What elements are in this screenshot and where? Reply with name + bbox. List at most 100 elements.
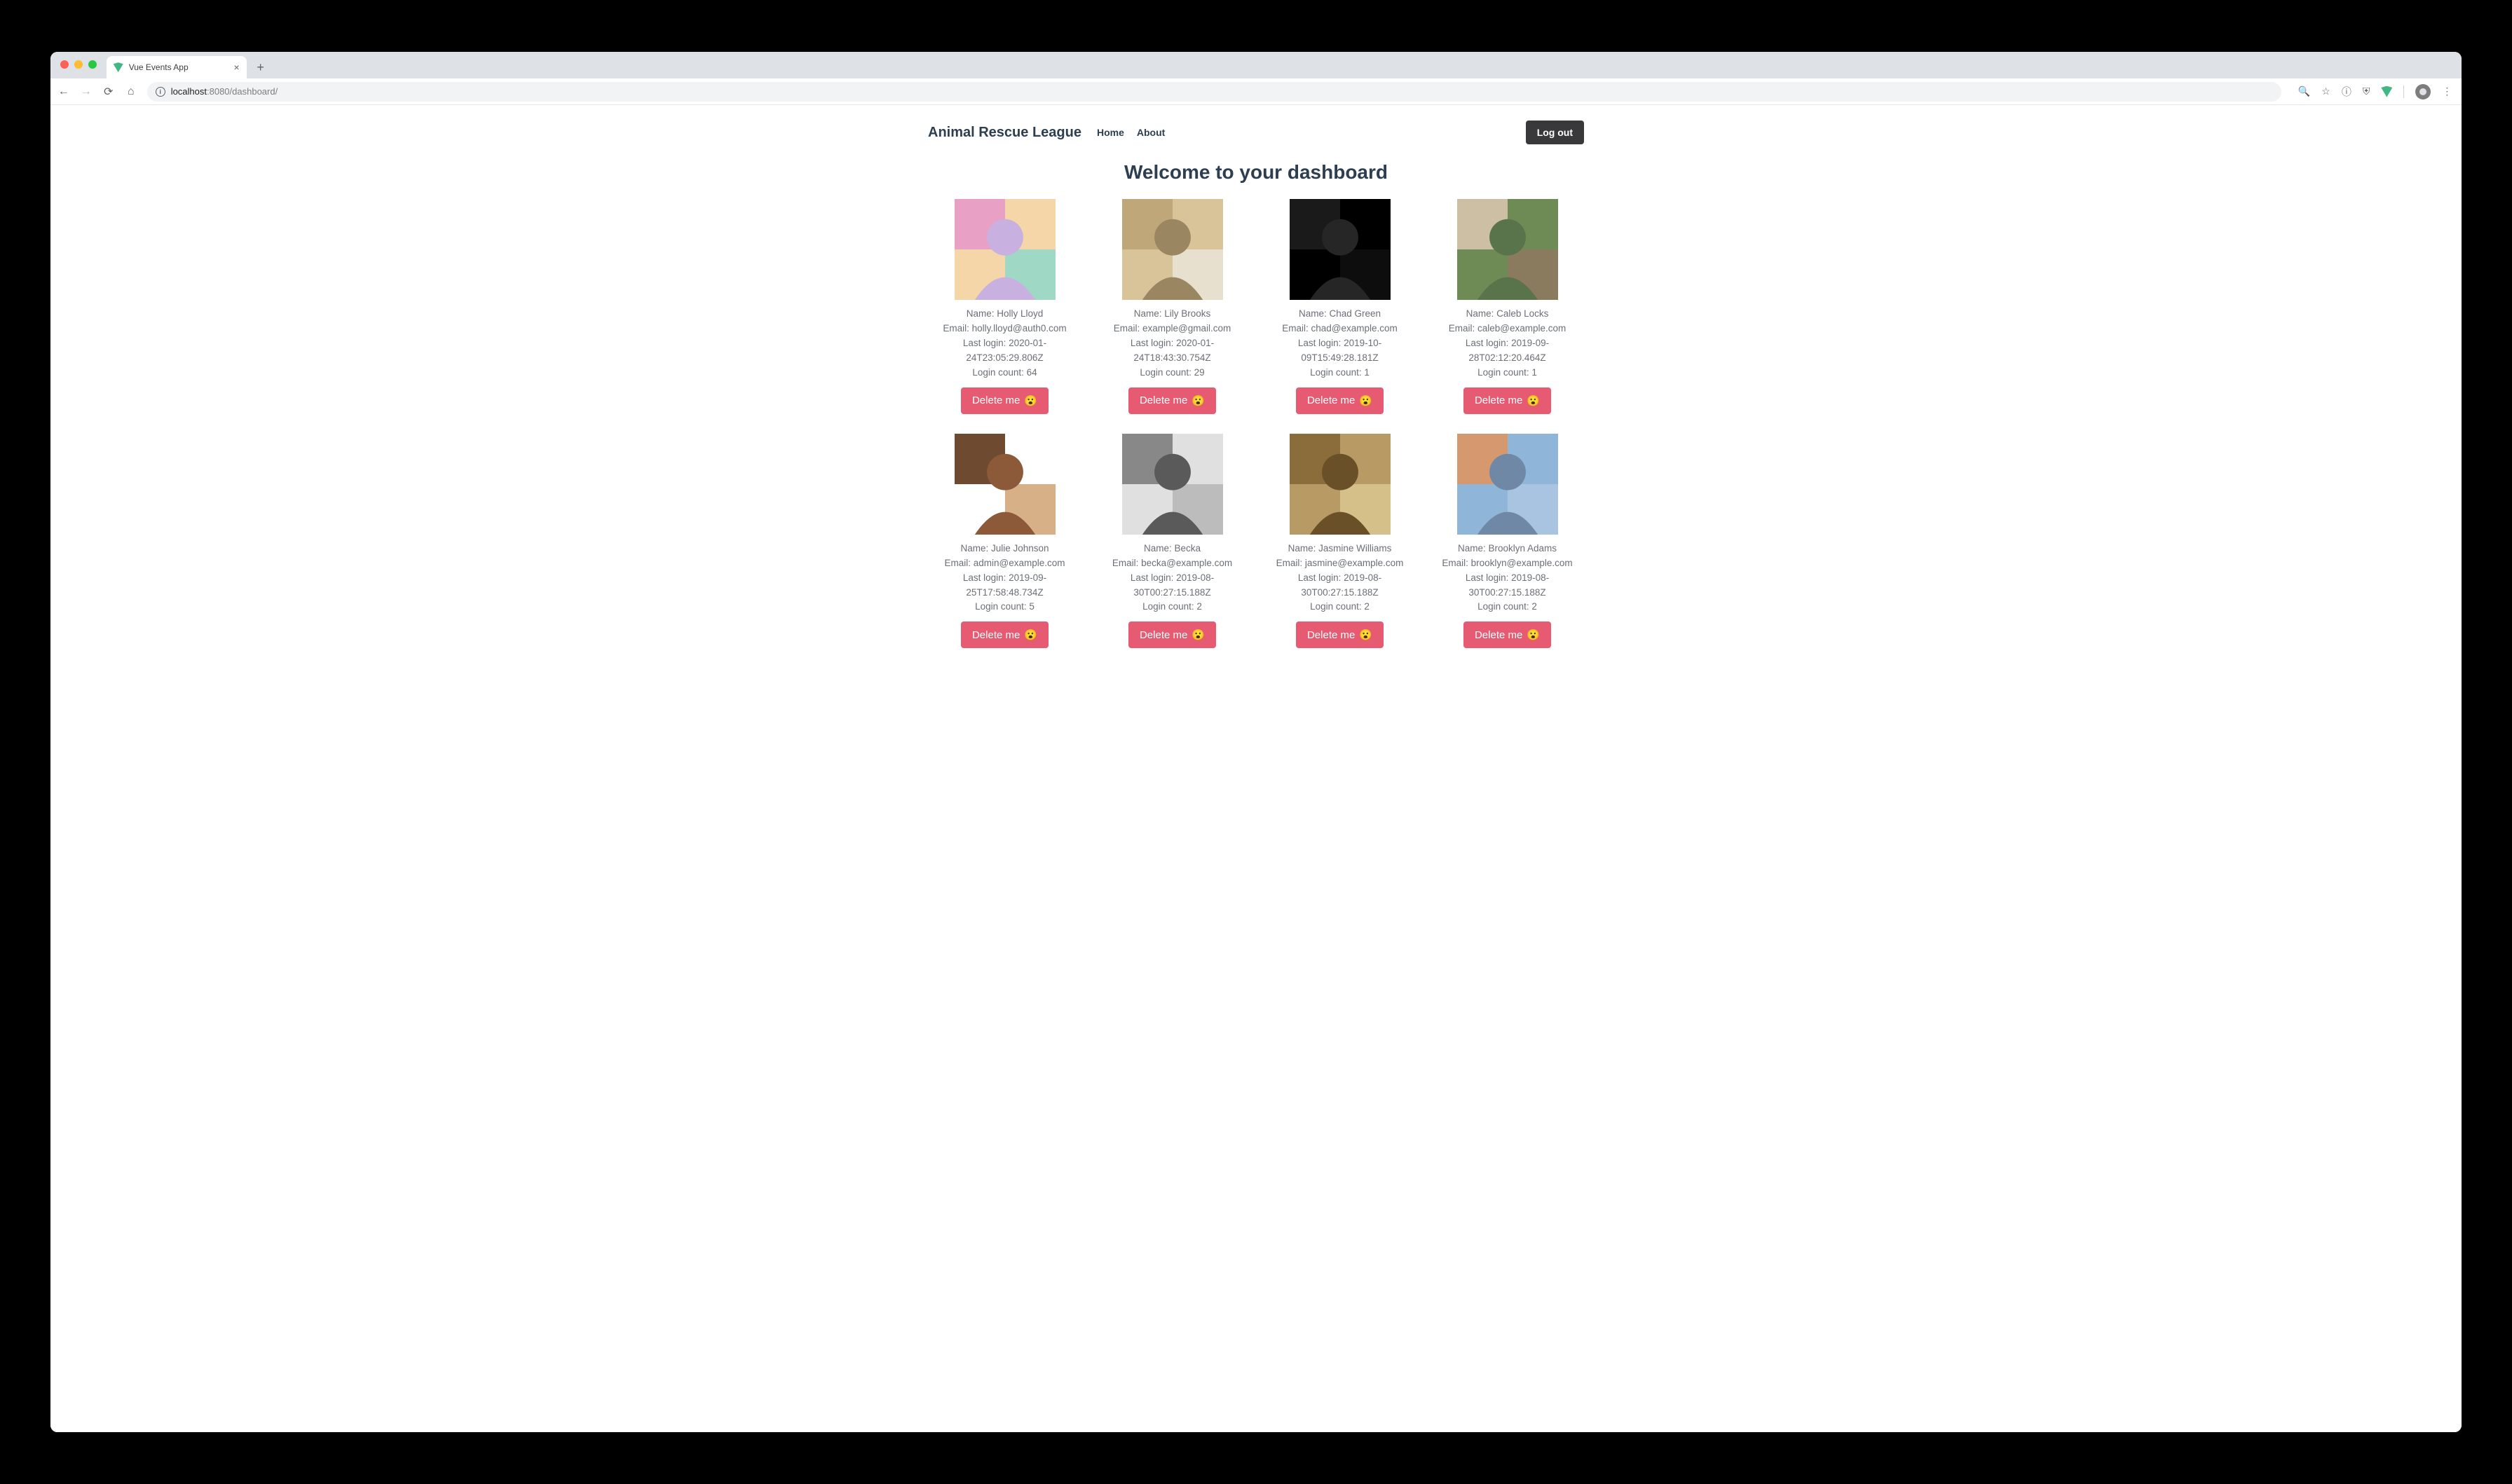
tab-title: Vue Events App — [129, 62, 189, 72]
user-card: Name: Brooklyn Adams Email: brooklyn@exa… — [1431, 434, 1584, 649]
toolbar-actions: 🔍 ☆ ⓘ ⛨ ⋮ — [2298, 84, 2452, 99]
user-photo — [1290, 434, 1391, 535]
user-email-line: Email: caleb@example.com — [1431, 322, 1584, 336]
nav-link-home[interactable]: Home — [1097, 127, 1124, 138]
user-login-count-line: Login count: 2 — [1431, 600, 1584, 614]
back-button[interactable]: ← — [57, 85, 70, 98]
profile-avatar-icon[interactable] — [2415, 84, 2431, 99]
user-photo — [1457, 434, 1558, 535]
logout-button[interactable]: Log out — [1526, 121, 1584, 144]
brand-title: Animal Rescue League — [928, 125, 1081, 141]
user-email-line: Email: admin@example.com — [928, 556, 1081, 571]
user-login-count-line: Login count: 1 — [1431, 366, 1584, 380]
close-tab-icon[interactable]: × — [234, 62, 240, 73]
vue-devtools-icon[interactable] — [2381, 86, 2392, 97]
user-email-line: Email: becka@example.com — [1095, 556, 1249, 571]
delete-user-button[interactable]: Delete me 😮 — [1463, 387, 1551, 414]
shield-extension-icon[interactable]: ⛨ — [2363, 85, 2370, 97]
user-name-line: Name: Jasmine Williams — [1263, 542, 1417, 556]
user-email-line: Email: brooklyn@example.com — [1431, 556, 1584, 571]
user-photo — [1290, 199, 1391, 300]
user-email-line: Email: example@gmail.com — [1095, 322, 1249, 336]
app-navbar: Animal Rescue League Home About Log out — [928, 105, 1584, 151]
delete-user-button[interactable]: Delete me 😮 — [1128, 387, 1216, 414]
browser-tab[interactable]: Vue Events App × — [107, 56, 247, 78]
minimize-window-button[interactable] — [74, 60, 83, 69]
crying-face-icon: 😮 — [1527, 628, 1540, 641]
user-photo — [955, 199, 1056, 300]
address-bar[interactable]: i localhost:8080/dashboard/ — [147, 82, 2281, 102]
user-last-login-line: Last login: 2019-10-09T15:49:28.181Z — [1263, 336, 1417, 366]
user-email-line: Email: holly.lloyd@auth0.com — [928, 322, 1081, 336]
delete-user-button[interactable]: Delete me 😮 — [961, 387, 1049, 414]
crying-face-icon: 😮 — [1359, 394, 1372, 407]
user-last-login-line: Last login: 2020-01-24T23:05:29.806Z — [928, 336, 1081, 366]
window-controls — [60, 60, 97, 69]
close-window-button[interactable] — [60, 60, 69, 69]
user-last-login-line: Last login: 2019-09-28T02:12:20.464Z — [1431, 336, 1584, 366]
nav-link-about[interactable]: About — [1137, 127, 1165, 138]
kebab-menu-icon[interactable]: ⋮ — [2442, 85, 2452, 97]
user-name-line: Name: Becka — [1095, 542, 1249, 556]
crying-face-icon: 😮 — [1024, 394, 1037, 407]
user-email-line: Email: chad@example.com — [1263, 322, 1417, 336]
delete-user-button[interactable]: Delete me 😮 — [961, 621, 1049, 648]
tab-strip: Vue Events App × + — [50, 52, 2462, 78]
user-name-line: Name: Lily Brooks — [1095, 307, 1249, 322]
user-name-line: Name: Chad Green — [1263, 307, 1417, 322]
forward-button[interactable]: → — [80, 85, 93, 98]
user-last-login-line: Last login: 2020-01-24T18:43:30.754Z — [1095, 336, 1249, 366]
user-card: Name: Becka Email: becka@example.com Las… — [1095, 434, 1249, 649]
user-name-line: Name: Caleb Locks — [1431, 307, 1584, 322]
vue-favicon-icon — [114, 62, 123, 72]
maximize-window-button[interactable] — [88, 60, 97, 69]
info-extension-icon[interactable]: ⓘ — [2342, 85, 2351, 99]
delete-user-button[interactable]: Delete me 😮 — [1128, 621, 1216, 648]
user-last-login-line: Last login: 2019-09-25T17:58:48.734Z — [928, 571, 1081, 600]
new-tab-button[interactable]: + — [251, 57, 271, 77]
crying-face-icon: 😮 — [1192, 394, 1205, 407]
user-name-line: Name: Brooklyn Adams — [1431, 542, 1584, 556]
crying-face-icon: 😮 — [1192, 628, 1205, 641]
user-card: Name: Holly Lloyd Email: holly.lloyd@aut… — [928, 199, 1081, 414]
browser-toolbar: ← → ⟳ ⌂ i localhost:8080/dashboard/ 🔍 ☆ … — [50, 78, 2462, 105]
reload-button[interactable]: ⟳ — [102, 85, 115, 99]
user-login-count-line: Login count: 64 — [928, 366, 1081, 380]
bookmark-star-icon[interactable]: ☆ — [2321, 85, 2330, 97]
user-card: Name: Jasmine Williams Email: jasmine@ex… — [1263, 434, 1417, 649]
zoom-icon[interactable]: 🔍 — [2298, 85, 2310, 97]
nav-links: Home About — [1097, 127, 1165, 138]
user-card: Name: Chad Green Email: chad@example.com… — [1263, 199, 1417, 414]
page-title: Welcome to your dashboard — [928, 161, 1584, 184]
user-email-line: Email: jasmine@example.com — [1263, 556, 1417, 571]
user-last-login-line: Last login: 2019-08-30T00:27:15.188Z — [1095, 571, 1249, 600]
delete-user-button[interactable]: Delete me 😮 — [1296, 387, 1384, 414]
user-photo — [1122, 199, 1223, 300]
delete-user-button[interactable]: Delete me 😮 — [1463, 621, 1551, 648]
user-login-count-line: Login count: 2 — [1263, 600, 1417, 614]
user-last-login-line: Last login: 2019-08-30T00:27:15.188Z — [1431, 571, 1584, 600]
user-photo — [1457, 199, 1558, 300]
user-last-login-line: Last login: 2019-08-30T00:27:15.188Z — [1263, 571, 1417, 600]
user-grid: Name: Holly Lloyd Email: holly.lloyd@aut… — [928, 199, 1584, 676]
user-login-count-line: Login count: 29 — [1095, 366, 1249, 380]
home-button[interactable]: ⌂ — [125, 85, 137, 98]
delete-user-button[interactable]: Delete me 😮 — [1296, 621, 1384, 648]
toolbar-divider — [2403, 85, 2404, 98]
user-name-line: Name: Holly Lloyd — [928, 307, 1081, 322]
crying-face-icon: 😮 — [1527, 394, 1540, 407]
user-name-line: Name: Julie Johnson — [928, 542, 1081, 556]
site-info-icon[interactable]: i — [156, 87, 165, 97]
user-login-count-line: Login count: 5 — [928, 600, 1081, 614]
user-card: Name: Julie Johnson Email: admin@example… — [928, 434, 1081, 649]
user-photo — [955, 434, 1056, 535]
page-content: Animal Rescue League Home About Log out … — [50, 105, 2462, 1432]
crying-face-icon: 😮 — [1359, 628, 1372, 641]
user-card: Name: Lily Brooks Email: example@gmail.c… — [1095, 199, 1249, 414]
user-photo — [1122, 434, 1223, 535]
crying-face-icon: 😮 — [1024, 628, 1037, 641]
user-login-count-line: Login count: 1 — [1263, 366, 1417, 380]
user-card: Name: Caleb Locks Email: caleb@example.c… — [1431, 199, 1584, 414]
browser-window: Vue Events App × + ← → ⟳ ⌂ i localhost:8… — [50, 52, 2462, 1432]
user-login-count-line: Login count: 2 — [1095, 600, 1249, 614]
